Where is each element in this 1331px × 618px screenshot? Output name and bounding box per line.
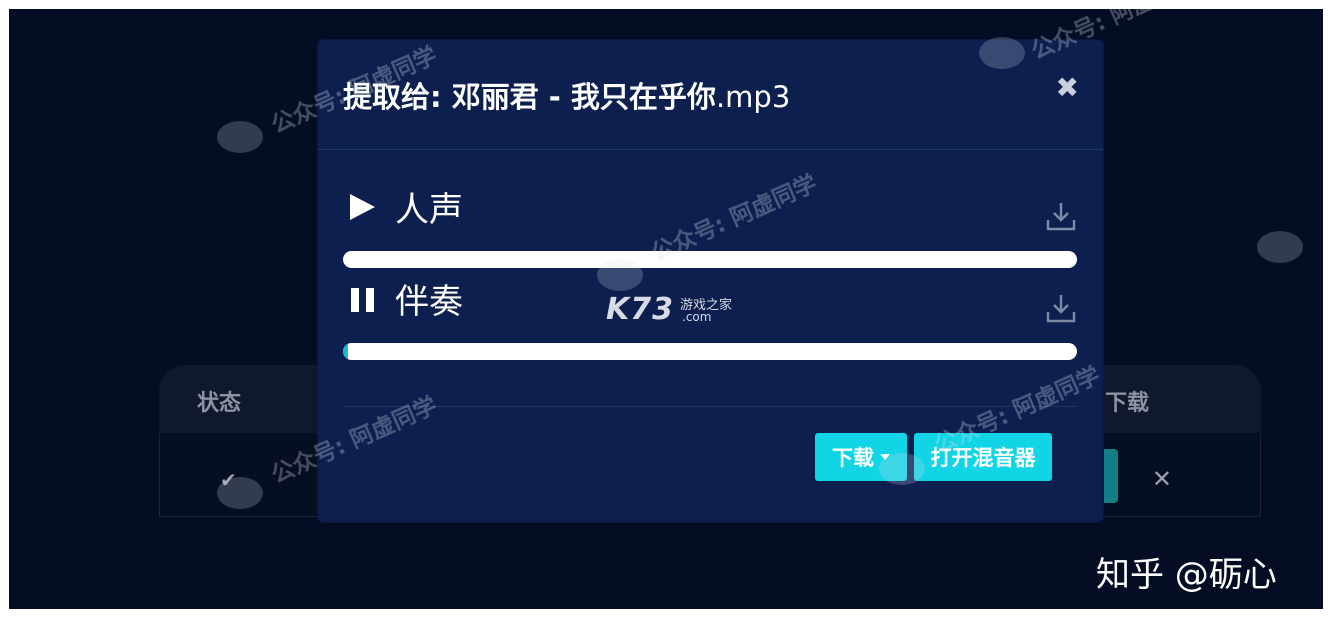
track-vocals: 人声	[343, 182, 1077, 231]
wechat-watermark-icon	[1257, 231, 1303, 263]
progress-bar-accompaniment[interactable]	[343, 343, 1077, 360]
download-icon[interactable]	[1045, 292, 1077, 324]
download-icon[interactable]	[1045, 200, 1077, 232]
dialog-title-main: 提取给: 邓丽君 - 我只在乎你	[343, 80, 716, 114]
credit-watermark: 知乎 @砺心	[1096, 555, 1277, 595]
download-dropdown-button[interactable]: 下载	[815, 433, 907, 481]
pause-icon[interactable]	[351, 288, 375, 312]
track-accompaniment: 伴奏	[343, 274, 1077, 323]
app-frame: 状态 下载 ✔ ✕ 提取给: 邓丽君 - 我只在乎你.mp3 ✖ 人声 伴奏 下…	[9, 9, 1323, 609]
track-label-accompaniment: 伴奏	[395, 282, 463, 322]
download-column-header: 下载	[1104, 391, 1149, 416]
wechat-watermark-icon	[217, 121, 263, 153]
dialog-title: 提取给: 邓丽君 - 我只在乎你.mp3	[343, 74, 790, 116]
extract-dialog: 提取给: 邓丽君 - 我只在乎你.mp3 ✖ 人声 伴奏 下载 打开混音器	[318, 40, 1103, 522]
download-button-label: 下载	[832, 446, 874, 470]
play-icon[interactable]	[350, 194, 375, 220]
caret-down-icon	[880, 454, 890, 460]
row-download-button[interactable]	[1102, 449, 1118, 503]
open-mixer-button[interactable]: 打开混音器	[914, 433, 1052, 481]
track-label-vocals: 人声	[395, 190, 463, 230]
dialog-footer-divider	[343, 406, 1077, 407]
status-column-header: 状态	[197, 391, 242, 416]
dialog-divider	[318, 149, 1103, 150]
row-delete-icon[interactable]: ✕	[1152, 465, 1172, 493]
progress-bar-vocals[interactable]	[343, 251, 1077, 268]
progress-fill-accompaniment	[343, 343, 349, 360]
check-icon: ✔	[220, 468, 237, 492]
dialog-title-ext: .mp3	[715, 80, 791, 114]
close-icon[interactable]: ✖	[1056, 74, 1079, 102]
